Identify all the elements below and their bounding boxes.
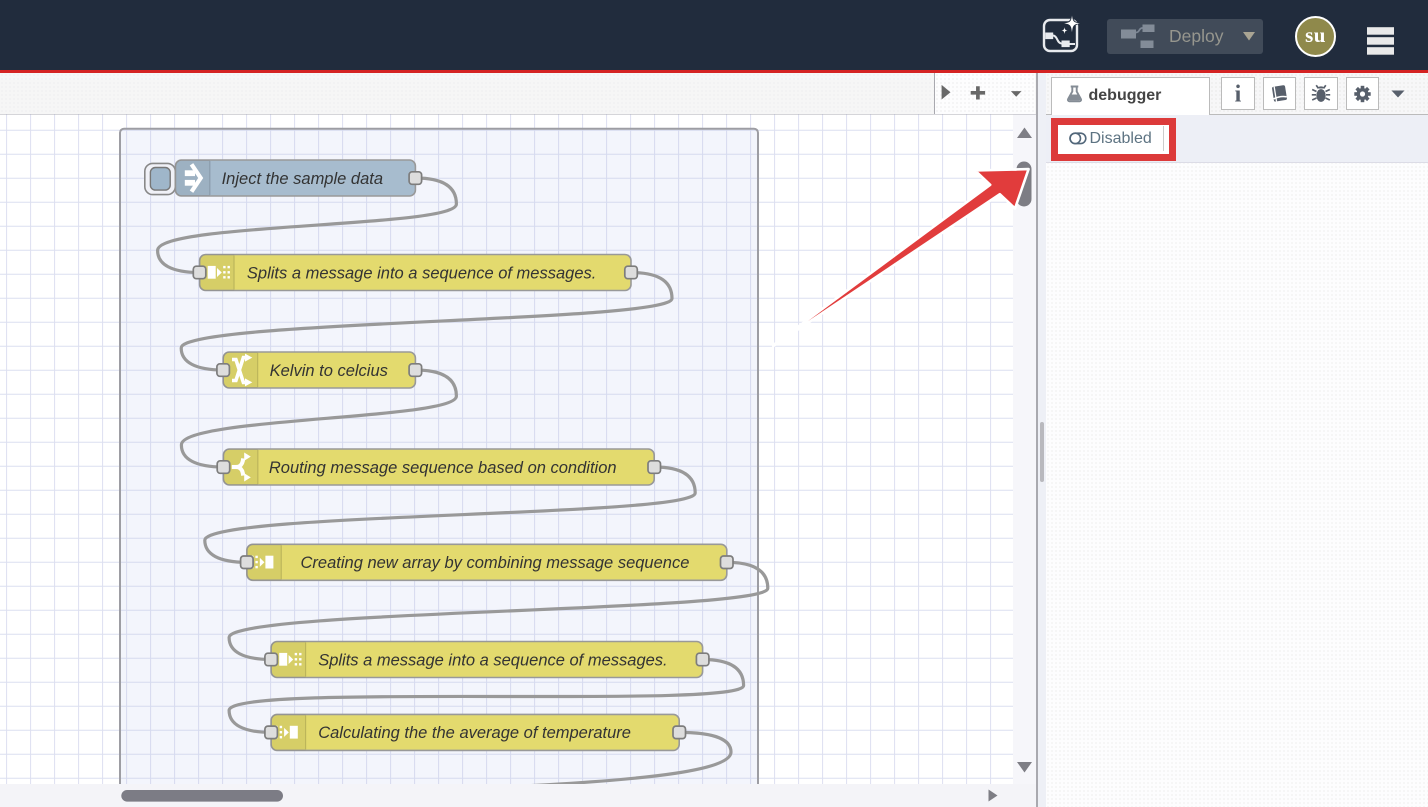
svg-text:Routing message sequence based: Routing message sequence based on condit…	[269, 459, 617, 477]
svg-text:Splits a message into a sequen: Splits a message into a sequence of mess…	[247, 264, 596, 282]
svg-text:Kelvin to celcius: Kelvin to celcius	[270, 362, 388, 380]
svg-text:Inject the sample data: Inject the sample data	[222, 170, 383, 188]
svg-text:Splits a message into a sequen: Splits a message into a sequence of mess…	[318, 651, 667, 669]
svg-text:i: i	[1235, 82, 1242, 108]
svg-text:Creating new array by combinin: Creating new array by combining message …	[301, 554, 690, 572]
svg-text:Calculating the the average of: Calculating the the average of temperatu…	[318, 724, 631, 742]
